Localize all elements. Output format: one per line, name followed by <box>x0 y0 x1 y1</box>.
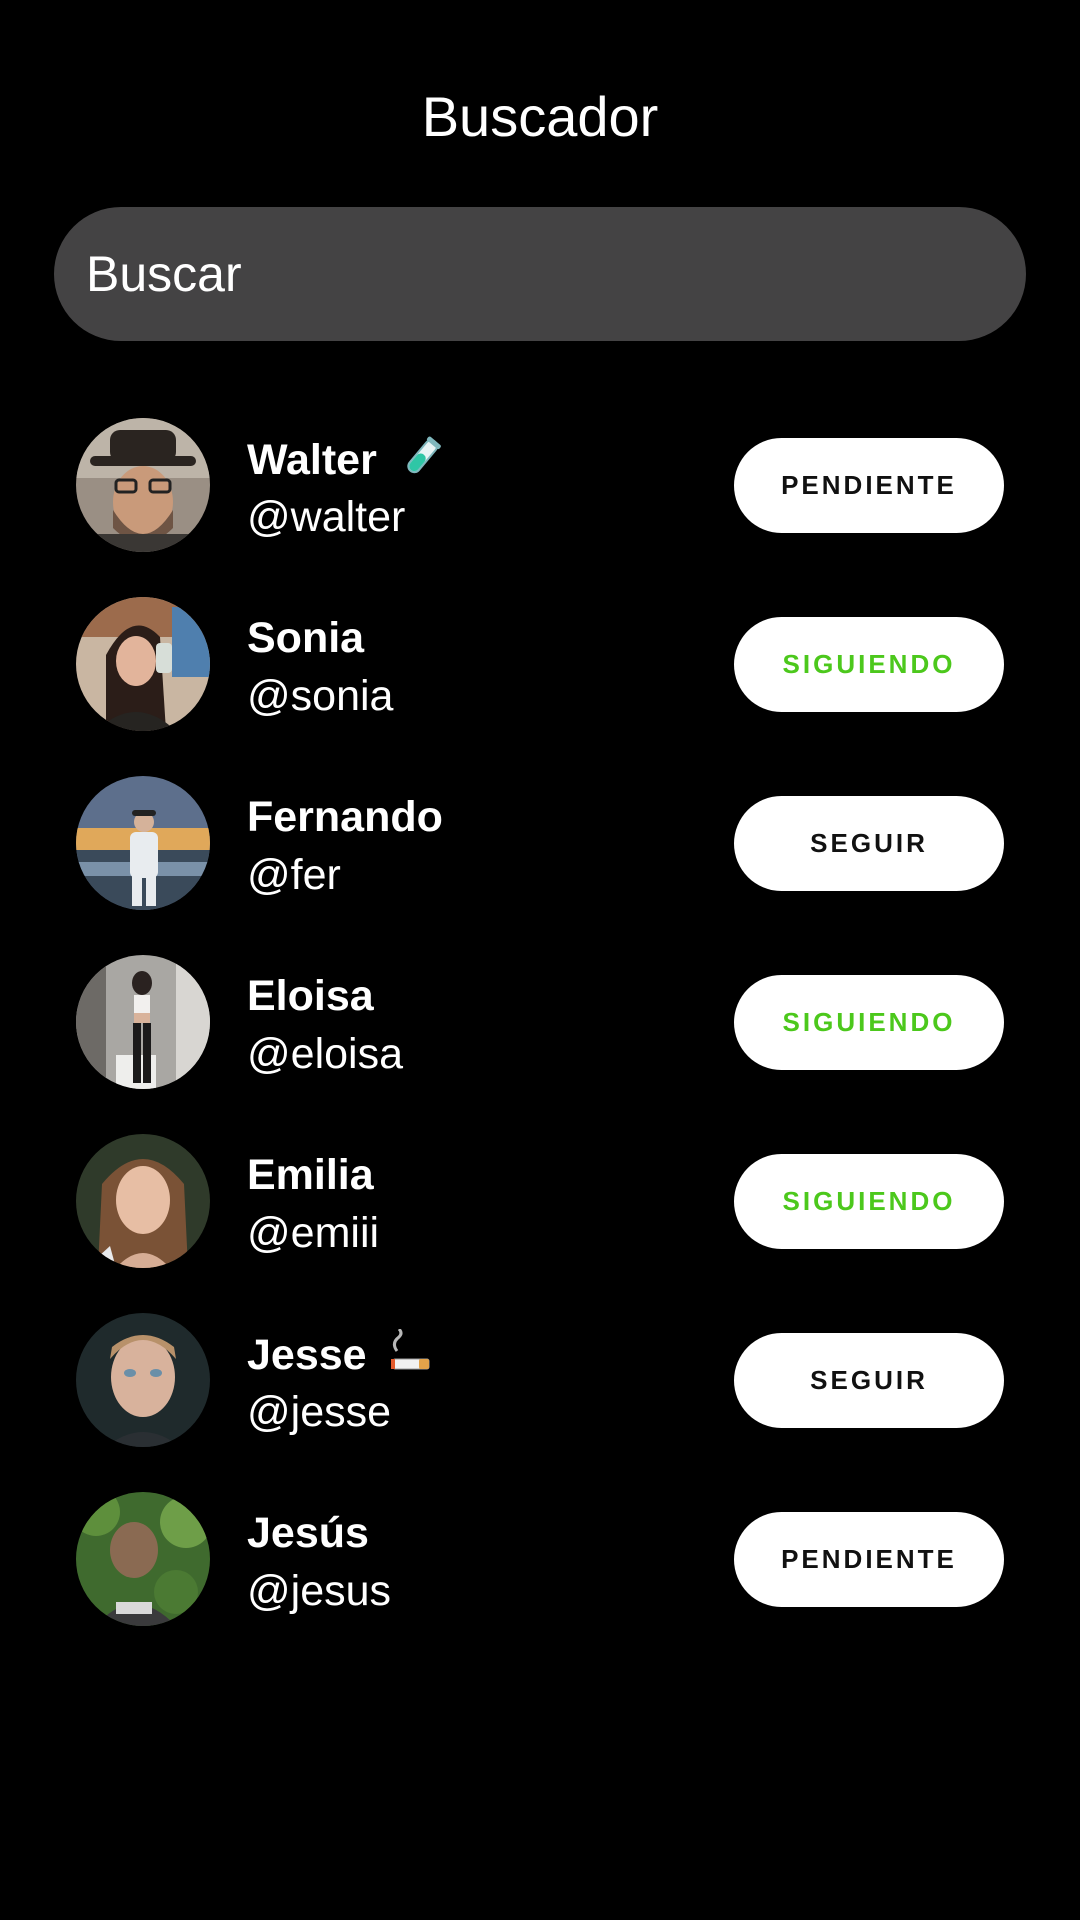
following-button[interactable]: SIGUIENDO <box>734 975 1004 1070</box>
user-name-text: Jesse <box>247 1331 367 1379</box>
follow-button[interactable]: SEGUIR <box>734 1333 1004 1428</box>
following-button[interactable]: SIGUIENDO <box>734 1154 1004 1249</box>
search-input[interactable] <box>86 245 994 303</box>
user-name: Walter <box>247 434 445 491</box>
avatar[interactable] <box>76 776 210 910</box>
user-row-walter: Walter @walter PENDIENTE <box>0 418 1080 554</box>
user-row-jesus: Jesús @jesus PENDIENTE <box>0 1492 1080 1628</box>
user-row-sonia: Sonia @sonia SIGUIENDO <box>0 597 1080 733</box>
user-handle: @fer <box>247 851 341 899</box>
avatar[interactable] <box>76 1492 210 1626</box>
follow-button[interactable]: SEGUIR <box>734 796 1004 891</box>
user-name: Jesús <box>247 1509 369 1557</box>
cigarette-icon <box>389 1327 435 1386</box>
user-name-text: Walter <box>247 436 377 484</box>
avatar[interactable] <box>76 1313 210 1447</box>
user-name: Fernando <box>247 793 443 841</box>
user-name: Eloisa <box>247 972 374 1020</box>
user-name: Jesse <box>247 1327 435 1386</box>
test-tube-icon <box>399 434 445 491</box>
user-row-fernando: Fernando @fer SEGUIR <box>0 776 1080 912</box>
avatar[interactable] <box>76 597 210 731</box>
user-name: Sonia <box>247 614 365 662</box>
avatar[interactable] <box>76 955 210 1089</box>
user-row-emilia: Emilia @emiii SIGUIENDO <box>0 1134 1080 1270</box>
pending-button[interactable]: PENDIENTE <box>734 438 1004 533</box>
user-name: Emilia <box>247 1151 374 1199</box>
user-row-eloisa: Eloisa @eloisa SIGUIENDO <box>0 955 1080 1091</box>
user-handle: @eloisa <box>247 1030 404 1078</box>
user-handle: @sonia <box>247 672 394 720</box>
user-row-jesse: Jesse @jesse SEGUIR <box>0 1313 1080 1449</box>
pending-button[interactable]: PENDIENTE <box>734 1512 1004 1607</box>
page-title: Buscador <box>421 85 659 148</box>
following-button[interactable]: SIGUIENDO <box>734 617 1004 712</box>
avatar[interactable] <box>76 418 210 552</box>
user-handle: @walter <box>247 493 406 541</box>
user-handle: @emiii <box>247 1209 380 1257</box>
avatar[interactable] <box>76 1134 210 1268</box>
user-handle: @jesus <box>247 1567 392 1615</box>
search-bar[interactable] <box>54 207 1026 341</box>
user-handle: @jesse <box>247 1388 392 1436</box>
